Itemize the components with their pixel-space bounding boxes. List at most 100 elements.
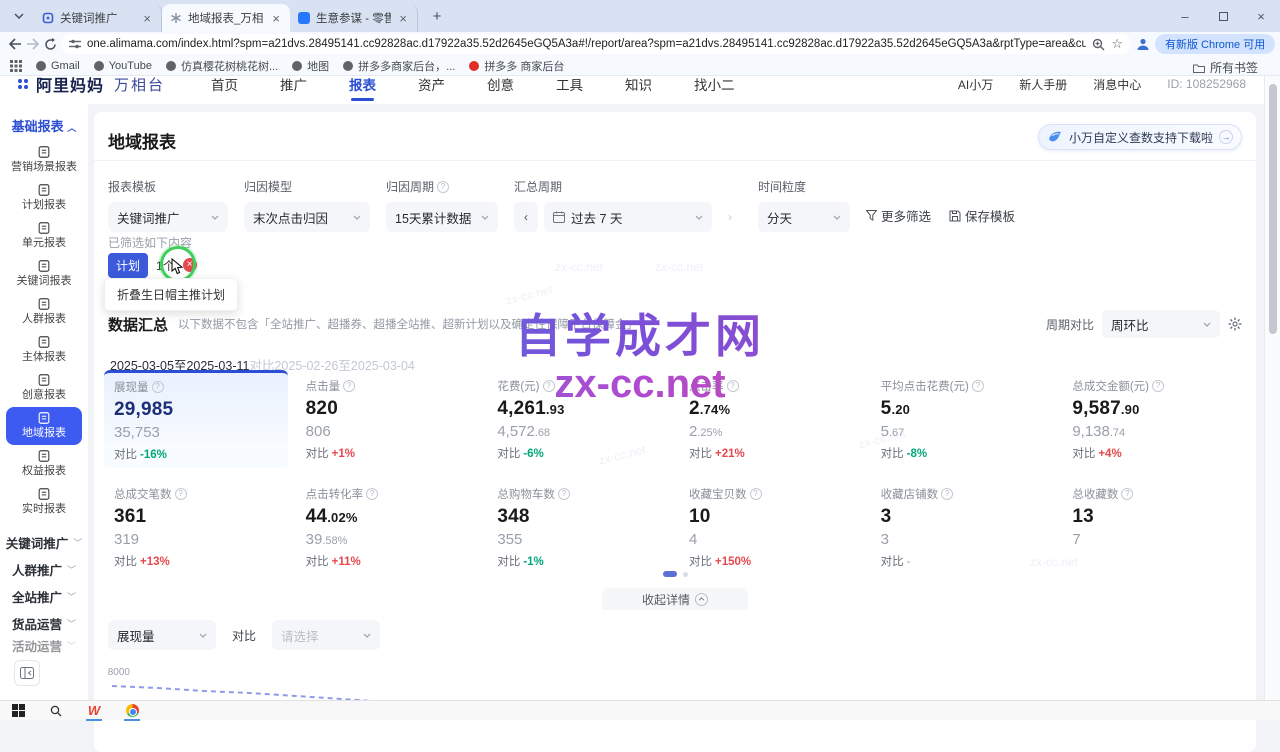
metric-card[interactable]: 点击率? 2.74% 2.25% 对比+21% [679, 370, 863, 468]
window-close-button[interactable]: × [1242, 0, 1280, 32]
report-template-select[interactable]: 关键词推广 [108, 202, 228, 232]
help-icon[interactable]: ? [1121, 488, 1133, 500]
all-bookmarks-button[interactable]: 所有书签 [1193, 59, 1258, 76]
address-bar[interactable]: one.alimama.com/index.html?spm=a21dvs.28… [61, 34, 1131, 54]
profile-avatar[interactable] [1135, 33, 1151, 55]
pagination-dot-active[interactable] [663, 571, 677, 577]
help-icon[interactable]: ? [543, 380, 555, 392]
newbie-manual-link[interactable]: 新人手册 [1019, 76, 1067, 93]
sidebar-item[interactable]: 权益报表 [6, 445, 82, 483]
bookmark-star-icon[interactable]: ☆ [1111, 36, 1123, 52]
nav-item[interactable]: 首页 [211, 76, 238, 104]
collapse-details-button[interactable]: 收起详情 [602, 588, 748, 610]
sidebar-item[interactable]: 创意报表 [6, 369, 82, 407]
start-button[interactable] [8, 701, 28, 721]
sidebar-section[interactable]: 人群推广 ﹀ [0, 556, 88, 583]
sidebar-section[interactable]: 全站推广 ﹀ [0, 583, 88, 610]
pagination-dot[interactable] [683, 572, 688, 577]
metric-card[interactable]: 收藏店铺数? 3 3 对比- [871, 478, 1055, 575]
attribution-model-select[interactable]: 末次点击归因 [244, 202, 370, 232]
nav-item[interactable]: 报表 [349, 76, 376, 104]
help-icon[interactable]: ? [558, 488, 570, 500]
metric-card[interactable]: 花费(元)? 4,261.93 4,572.68 对比-6% [487, 370, 671, 468]
forward-icon[interactable] [26, 33, 40, 55]
help-icon[interactable]: ? [343, 380, 355, 392]
ai-assistant-link[interactable]: AI小万 [958, 76, 993, 93]
back-icon[interactable] [8, 33, 22, 55]
metric-card[interactable]: 总成交笔数? 361 319 对比+13% [104, 478, 288, 575]
sidebar-collapse-button[interactable] [14, 660, 40, 686]
apps-grid-icon[interactable] [10, 60, 22, 72]
tab-close-icon[interactable]: × [141, 11, 153, 26]
save-template-button[interactable]: 保存模板 [949, 206, 1015, 225]
nav-item[interactable]: 工具 [556, 76, 583, 104]
metric-card[interactable]: 总购物车数? 348 355 对比-1% [487, 478, 671, 575]
help-icon[interactable]: ? [366, 488, 378, 500]
period-compare-select[interactable]: 周环比 [1102, 310, 1220, 338]
sidebar-group-title[interactable]: 基础报表 ︿ [0, 116, 88, 135]
chart-metric-select[interactable]: 展现量 [108, 620, 216, 650]
help-icon[interactable]: ? [437, 181, 449, 193]
sidebar-item[interactable]: 地域报表 [6, 407, 82, 445]
help-icon[interactable]: ? [972, 380, 984, 392]
url-text[interactable]: one.alimama.com/index.html?spm=a21dvs.28… [87, 38, 1086, 50]
site-info-icon[interactable] [69, 39, 81, 49]
next-period-button[interactable]: › [718, 202, 742, 232]
browser-tab[interactable]: 生意参谋 - 零售电商大数据产... × [290, 4, 418, 32]
nav-item[interactable]: 找小二 [694, 76, 735, 104]
help-icon[interactable]: ? [152, 381, 164, 393]
reload-icon[interactable] [44, 33, 57, 55]
sidebar-section[interactable]: 货品运营 ﹀ [0, 610, 88, 637]
help-icon[interactable]: ? [750, 488, 762, 500]
sidebar-section[interactable]: 关键词推广 ﹀ [0, 529, 88, 556]
metric-card[interactable]: 点击量? 820 806 对比+1% [296, 370, 480, 468]
attribution-window-select[interactable]: 15天累计数据 [386, 202, 498, 232]
zoom-icon[interactable] [1092, 38, 1105, 51]
help-icon[interactable]: ? [175, 488, 187, 500]
help-icon[interactable]: ? [727, 380, 739, 392]
chrome-update-chip[interactable]: 有新版 Chrome 可用 [1155, 34, 1275, 54]
help-icon[interactable]: ? [1152, 380, 1164, 392]
time-granularity-select[interactable]: 分天 [758, 202, 850, 232]
metric-card[interactable]: 收藏宝贝数? 10 4 对比+150% [679, 478, 863, 575]
new-tab-button[interactable]: + [424, 3, 450, 29]
page-scrollbar[interactable] [1264, 76, 1280, 700]
tab-close-icon[interactable]: × [397, 11, 409, 26]
nav-item[interactable]: 推广 [280, 76, 307, 104]
taskbar-wps-button[interactable]: W [84, 701, 104, 721]
metric-card[interactable]: 总收藏数? 13 7 [1062, 478, 1246, 575]
chart-compare-select[interactable]: 请选择 [272, 620, 380, 650]
nav-item[interactable]: 资产 [418, 76, 445, 104]
metric-card[interactable]: 点击转化率? 44.02% 39.58% 对比+11% [296, 478, 480, 575]
tab-search-button[interactable] [6, 3, 32, 29]
sidebar-item[interactable]: 人群报表 [6, 293, 82, 331]
metric-card[interactable]: 平均点击花费(元)? 5.20 5.67 对比-8% [871, 370, 1055, 468]
nav-item[interactable]: 创意 [487, 76, 514, 104]
sidebar-section[interactable]: 活动运营 ﹀ [0, 637, 88, 653]
taskbar-chrome-button[interactable] [122, 701, 142, 721]
sidebar-item[interactable]: 营销场景报表 [6, 141, 82, 179]
bookmark-item[interactable]: YouTube [94, 60, 152, 72]
sidebar-item[interactable]: 实时报表 [6, 483, 82, 521]
window-minimize-button[interactable]: – [1166, 0, 1204, 32]
custom-query-download-banner[interactable]: 小万自定义查数支持下载啦 → [1038, 124, 1242, 150]
bookmark-item[interactable]: 地图 [292, 58, 329, 74]
sidebar-item[interactable]: 计划报表 [6, 179, 82, 217]
more-filters-button[interactable]: 更多筛选 [866, 206, 931, 225]
sidebar-item[interactable]: 单元报表 [6, 217, 82, 255]
bookmark-item[interactable]: 拼多多商家后台，... [343, 58, 455, 74]
previous-period-button[interactable]: ‹ [514, 202, 538, 232]
metric-card[interactable]: 展现量? 29,985 35,753 对比-16% [104, 370, 288, 468]
browser-tab-active[interactable]: 地域报表_万相台无界版 × [162, 4, 290, 32]
scrollbar-thumb[interactable] [1269, 84, 1277, 334]
nav-item[interactable]: 知识 [625, 76, 652, 104]
metric-card[interactable]: 总成交金额(元)? 9,587.90 9,138.74 对比+4% [1062, 370, 1246, 468]
help-icon[interactable]: ? [941, 488, 953, 500]
gear-icon[interactable] [1228, 317, 1242, 331]
tab-close-icon[interactable]: × [270, 11, 282, 26]
taskbar-search-button[interactable] [46, 701, 66, 721]
window-maximize-button[interactable] [1204, 0, 1242, 32]
browser-tab[interactable]: 关键词推广 × [34, 4, 162, 32]
sidebar-item[interactable]: 关键词报表 [6, 255, 82, 293]
message-center-link[interactable]: 消息中心 [1093, 76, 1141, 93]
